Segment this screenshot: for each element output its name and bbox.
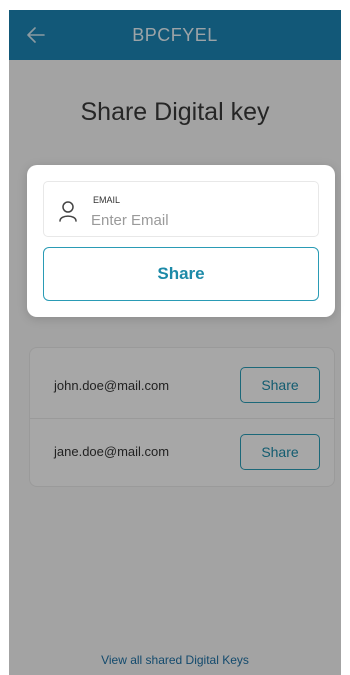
share-modal: EMAIL Share — [27, 165, 335, 317]
modal-backdrop[interactable] — [9, 10, 341, 675]
email-input[interactable] — [91, 209, 301, 231]
email-field[interactable]: EMAIL — [43, 181, 319, 237]
person-icon — [59, 201, 77, 222]
share-button[interactable]: Share — [43, 247, 319, 301]
email-label: EMAIL — [93, 195, 121, 205]
